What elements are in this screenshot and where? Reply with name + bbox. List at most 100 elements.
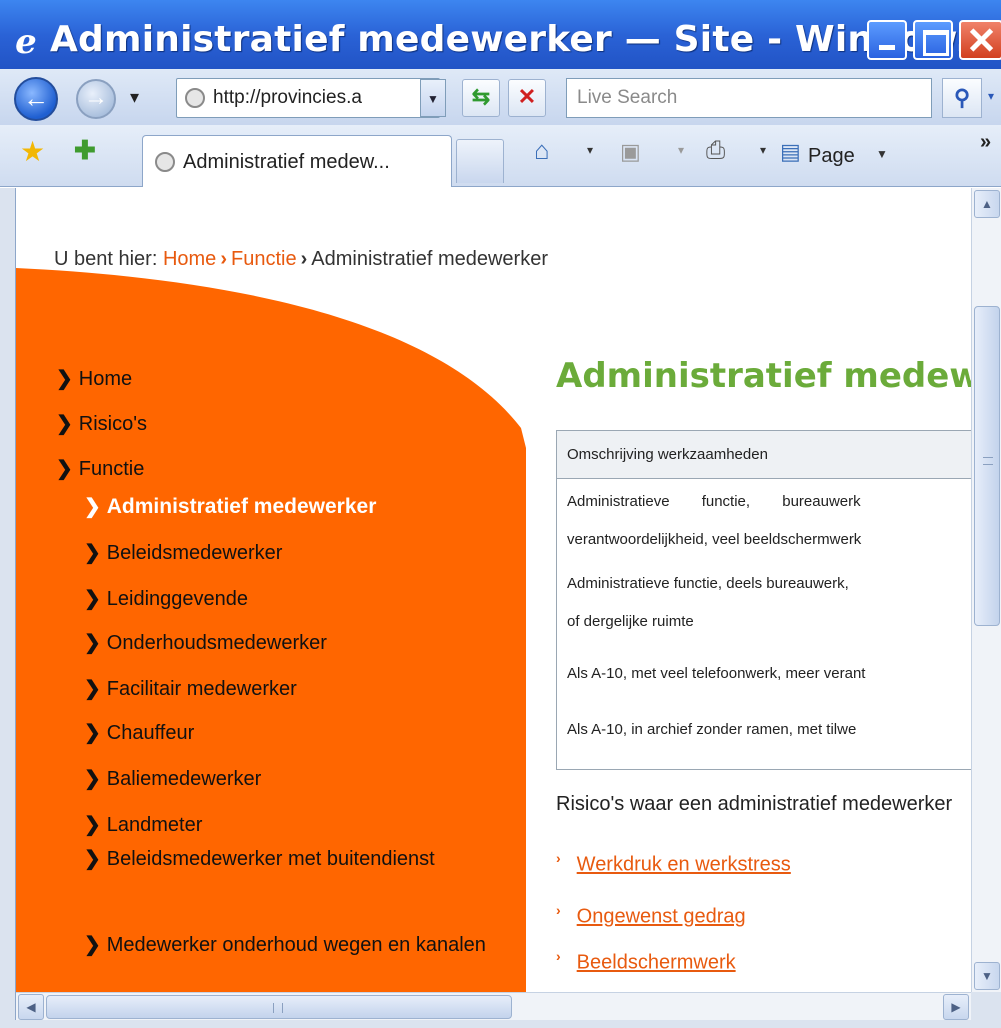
grip-icon <box>273 1003 283 1013</box>
feeds-icon[interactable]: ▣ <box>620 139 641 165</box>
bullet-icon: › <box>556 850 561 866</box>
risk-link-beeldschermwerk[interactable]: Beeldschermwerk <box>577 952 736 974</box>
window-frame-left <box>0 188 16 1028</box>
nav-bullet-icon: ❯ <box>56 368 73 390</box>
sidebar-item-beleidsmedewerker[interactable]: ❯ Beleidsmedewerker <box>84 540 282 565</box>
sidebar-item-beleidsmedewerker-buitendienst[interactable]: ❯ Beleidsmedewerker met buitendienst <box>84 840 514 878</box>
sidebar-item-facilitair-medewerker[interactable]: ❯ Facilitair medewerker <box>84 676 297 701</box>
ie-logo-icon: e <box>15 22 37 62</box>
search-box[interactable]: Live Search <box>566 78 932 118</box>
page-dropdown-icon[interactable]: ▼ <box>876 147 888 161</box>
close-button[interactable] <box>959 20 1001 60</box>
nav-bullet-icon: ❯ <box>84 722 101 744</box>
address-input[interactable]: http://provincies.a <box>213 79 413 117</box>
sidebar-item-chauffeur[interactable]: ❯ Chauffeur <box>84 720 194 745</box>
page-menu-icon[interactable]: ▤ <box>780 139 801 165</box>
address-bar[interactable]: http://provincies.a <box>176 78 440 118</box>
sidebar-item-baliemedewerker[interactable]: ❯ Baliemedewerker <box>84 766 261 791</box>
vertical-scroll-thumb[interactable] <box>974 306 1000 626</box>
window-title: Administratief medewerker — Site - Windo… <box>50 19 997 60</box>
nav-bullet-icon: ❯ <box>84 542 101 564</box>
table-row: of dergelijke ruimte <box>567 613 694 630</box>
new-tab-button[interactable] <box>456 139 504 183</box>
scroll-down-icon[interactable]: ▼ <box>974 962 1000 990</box>
scroll-right-icon[interactable]: ▶ <box>943 994 969 1020</box>
history-dropdown-icon[interactable]: ▾ <box>130 87 139 108</box>
breadcrumb-separator-icon: › <box>220 248 227 270</box>
sidebar-item-landmeter[interactable]: ❯ Landmeter <box>84 812 202 837</box>
search-input[interactable]: Live Search <box>577 79 677 117</box>
list-item: › Ongewenst gedrag <box>556 902 746 929</box>
home-dropdown-icon[interactable]: ▾ <box>587 143 593 157</box>
print-dropdown-icon[interactable]: ▾ <box>760 143 766 157</box>
nav-bullet-icon: ❯ <box>84 768 101 790</box>
nav-bullet-icon: ❯ <box>84 496 101 518</box>
scrollbar-corner <box>971 992 1001 1020</box>
stop-button[interactable]: ✕ <box>508 79 546 117</box>
refresh-button[interactable]: ⇆ <box>462 79 500 117</box>
window-frame-bottom <box>0 1020 1001 1028</box>
sidebar-item-leidinggevende[interactable]: ❯ Leidinggevende <box>84 586 248 611</box>
risk-link-ongewenst-gedrag[interactable]: Ongewenst gedrag <box>577 906 746 928</box>
sidebar-item-onderhoudsmedewerker[interactable]: ❯ Onderhoudsmedewerker <box>84 630 327 655</box>
table-row: verantwoordelijkheid, veel beeldschermwe… <box>567 531 862 548</box>
sidebar-item-medewerker-onderhoud-wegen[interactable]: ❯ Medewerker onderhoud wegen en kanalen <box>84 926 514 964</box>
sidebar-item-risicos[interactable]: ❯ Risico's <box>56 411 147 436</box>
feeds-dropdown-icon[interactable]: ▾ <box>678 143 684 157</box>
risk-link-werkdruk[interactable]: Werkdruk en werkstress <box>577 854 791 876</box>
search-options-icon[interactable]: ▾ <box>988 89 994 103</box>
breadcrumb-functie-link[interactable]: Functie <box>231 248 297 270</box>
vertical-scrollbar[interactable]: ▲ ▼ <box>971 188 1001 992</box>
search-icon[interactable]: ⚲ <box>942 78 982 118</box>
breadcrumb-separator-icon: › <box>300 248 308 270</box>
favorites-star-icon[interactable]: ★ <box>20 135 45 168</box>
breadcrumb-home-link[interactable]: Home <box>163 248 216 270</box>
table-header: Omschrijving werkzaamheden <box>557 431 971 479</box>
tab-current[interactable]: Administratief medew... <box>142 135 452 187</box>
nav-bullet-icon: ❯ <box>84 632 101 654</box>
sidebar-item-home[interactable]: ❯ Home <box>56 366 132 391</box>
sidebar-item-functie[interactable]: ❯ Functie <box>56 456 144 481</box>
breadcrumb-prefix: U bent hier: <box>54 248 158 270</box>
address-dropdown-button[interactable]: ▼ <box>420 79 446 117</box>
scroll-left-icon[interactable]: ◀ <box>18 994 44 1020</box>
horizontal-scrollbar[interactable]: ◀ ▶ <box>16 992 971 1020</box>
add-favorites-icon[interactable]: ✚ <box>74 135 96 166</box>
nav-bullet-icon: ❯ <box>84 588 101 610</box>
sidebar-item-administratief-medewerker[interactable]: ❯ Administratief medewerker <box>84 494 376 519</box>
nav-bullet-icon: ❯ <box>84 678 101 700</box>
page-viewport: U bent hier: Home › Functie › Administratief… <box>16 188 971 992</box>
nav-bullet-icon: ❯ <box>84 848 101 870</box>
forward-button[interactable]: → <box>76 79 116 119</box>
tab-page-icon <box>155 152 175 172</box>
bullet-icon: › <box>556 948 561 964</box>
page-menu-button[interactable]: Page <box>808 125 855 187</box>
table-row: Administratieve functie, deels bureauwer… <box>567 575 849 592</box>
more-tools-icon[interactable]: » <box>980 131 991 154</box>
list-item: › Beeldschermwerk <box>556 948 736 975</box>
minimize-button[interactable] <box>867 20 907 60</box>
navigation-bar: ← → ▾ http://provincies.a ▼ ⇆ ✕ Live Sea… <box>0 69 1001 125</box>
nav-bullet-icon: ❯ <box>84 934 101 956</box>
tab-label: Administratief medew... <box>183 151 390 173</box>
title-bar: e Administratief medewerker — Site - Win… <box>0 0 1001 80</box>
grip-icon <box>983 457 993 465</box>
scroll-up-icon[interactable]: ▲ <box>974 190 1000 218</box>
page-title: Administratief medewerker <box>556 356 971 396</box>
page-icon <box>185 88 205 108</box>
horizontal-scroll-thumb[interactable] <box>46 995 512 1019</box>
risks-intro-text: Risico's waar een administratief medewer… <box>556 793 953 815</box>
maximize-button[interactable] <box>913 20 953 60</box>
home-icon[interactable]: ⌂ <box>534 135 550 166</box>
nav-bullet-icon: ❯ <box>56 413 73 435</box>
breadcrumb-current: Administratief medewerker <box>311 248 548 270</box>
nav-bullet-icon: ❯ <box>84 814 101 836</box>
back-button[interactable]: ← <box>14 77 58 121</box>
list-item: › Werkdruk en werkstress <box>556 850 791 877</box>
table-row: Als A-10, met veel telefoonwerk, meer ve… <box>567 665 866 682</box>
nav-bullet-icon: ❯ <box>56 458 73 480</box>
table-row: Als A-10, in archief zonder ramen, met t… <box>567 721 857 738</box>
bullet-icon: › <box>556 902 561 918</box>
print-icon[interactable]: ⎙ <box>706 137 725 165</box>
tasks-table: Omschrijving werkzaamheden Administratie… <box>556 430 971 770</box>
